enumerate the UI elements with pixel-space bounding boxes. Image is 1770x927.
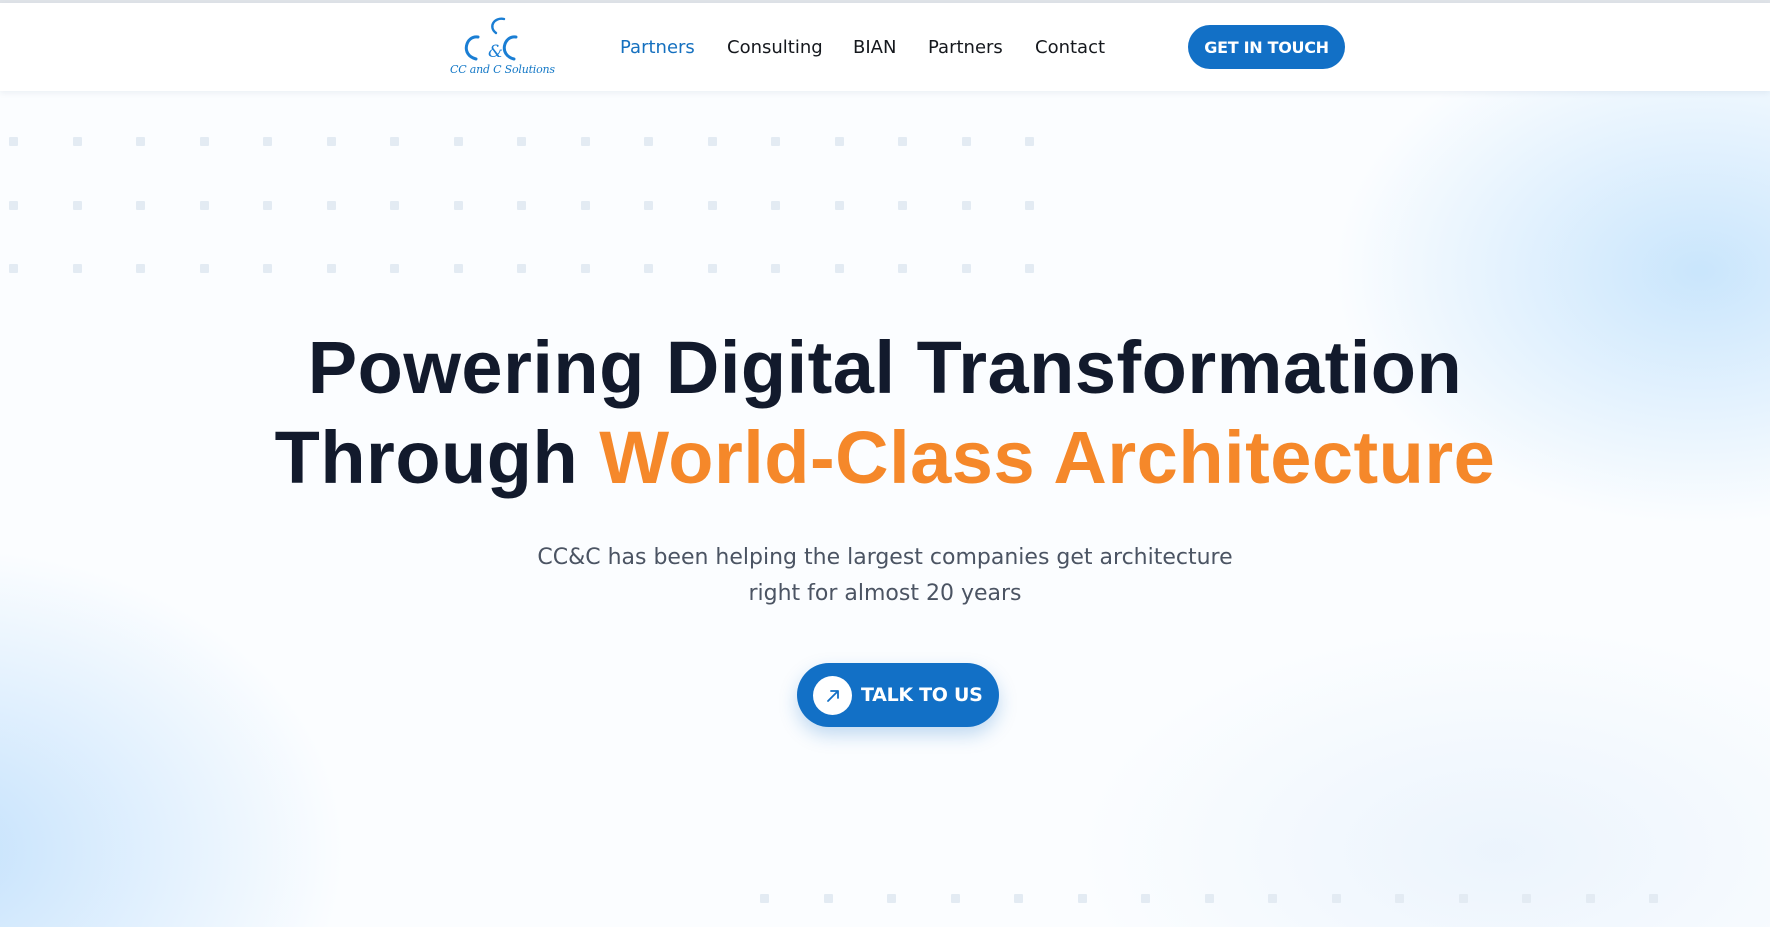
arrow-up-right-icon: [813, 676, 852, 715]
decorative-dot: [887, 894, 896, 903]
subtitle-line-1: CC&C has been helping the largest compan…: [537, 545, 1233, 570]
decorative-dot: [1025, 200, 1034, 210]
decorative-dot: [453, 137, 463, 146]
decorative-dot: [760, 894, 769, 903]
decorative-dot: [771, 200, 780, 210]
logo-text: CC and C Solutions: [450, 63, 555, 76]
decorative-dot: [1014, 894, 1023, 903]
get-in-touch-button[interactable]: GET IN TOUCH: [1188, 25, 1345, 69]
decorative-dot: [1077, 894, 1087, 903]
decorative-dot: [707, 137, 717, 146]
hero-section: Powering Digital Transformation Through …: [0, 91, 1770, 927]
decorative-dot: [517, 264, 526, 273]
decorative-dot: [136, 137, 145, 146]
decorative-dot: [1649, 894, 1658, 903]
decorative-dot: [823, 894, 833, 903]
decorative-dot: [326, 200, 336, 210]
decorative-dot: [9, 137, 18, 146]
decorative-dot: [898, 200, 907, 210]
decorative-dot: [1395, 894, 1404, 903]
decorative-dot: [1585, 894, 1595, 903]
decorative-dot: [898, 264, 907, 273]
decorative-dot: [1025, 137, 1034, 146]
logo-mark-icon: &: [464, 17, 518, 62]
decorative-dot: [390, 264, 399, 273]
decorative-dot: [517, 137, 526, 146]
decorative-dot: [834, 137, 844, 146]
decorative-dot: [263, 264, 272, 273]
headline-line-2-prefix: Through: [274, 416, 600, 499]
decorative-dot: [263, 137, 272, 146]
headline-accent: World-Class Architecture: [599, 416, 1496, 499]
decorative-dot: [644, 264, 653, 273]
hero-headline: Powering Digital Transformation Through …: [0, 323, 1770, 503]
decorative-dot: [390, 137, 399, 146]
decorative-dot: [326, 137, 336, 146]
decorative-dot: [950, 894, 960, 903]
nav-item-partners-2[interactable]: Partners: [928, 37, 1003, 58]
talk-to-us-button[interactable]: TALK TO US: [797, 663, 999, 727]
hero-subtitle: CC&C has been helping the largest compan…: [0, 540, 1770, 612]
decorative-dot: [1204, 894, 1214, 903]
decorative-dot: [9, 200, 18, 210]
decorative-dot: [263, 200, 272, 210]
decorative-dot: [453, 200, 463, 210]
decorative-dot: [72, 200, 82, 210]
decorative-dot: [707, 264, 717, 273]
subtitle-line-2: right for almost 20 years: [748, 581, 1022, 606]
decorative-dot: [834, 200, 844, 210]
site-header: & CC and C Solutions Partners Consulting…: [0, 3, 1770, 91]
decorative-dot: [1522, 894, 1531, 903]
decorative-dot: [390, 200, 399, 210]
decorative-dot: [644, 137, 653, 146]
decorative-dot: [453, 264, 463, 273]
decorative-dot: [136, 200, 145, 210]
decorative-dot: [644, 200, 653, 210]
nav-item-contact[interactable]: Contact: [1035, 37, 1105, 58]
decorative-dot: [834, 264, 844, 273]
decorative-dot: [72, 137, 82, 146]
decorative-dot: [517, 200, 526, 210]
decorative-dot: [199, 200, 209, 210]
nav-item-bian[interactable]: BIAN: [853, 37, 896, 58]
decorative-dot: [580, 200, 590, 210]
decorative-dot: [1268, 894, 1277, 903]
decorative-dot: [199, 137, 209, 146]
logo[interactable]: & CC and C Solutions: [446, 15, 555, 81]
decorative-dot: [1458, 894, 1468, 903]
decorative-dot: [961, 264, 971, 273]
decorative-dot: [199, 264, 209, 273]
decorative-dot: [136, 264, 145, 273]
svg-text:&: &: [488, 42, 503, 62]
decorative-dot: [1025, 264, 1034, 273]
decorative-dot: [1331, 894, 1341, 903]
decorative-dot: [898, 137, 907, 146]
decorative-dot: [9, 264, 18, 273]
decorative-dot: [326, 264, 336, 273]
decorative-dot: [707, 200, 717, 210]
decorative-dot: [961, 137, 971, 146]
nav-item-partners[interactable]: Partners: [620, 37, 695, 58]
decorative-dot: [580, 264, 590, 273]
nav-item-consulting[interactable]: Consulting: [727, 37, 823, 58]
talk-to-us-label: TALK TO US: [861, 684, 983, 706]
decorative-dot: [771, 264, 780, 273]
headline-line-1: Powering Digital Transformation: [307, 326, 1463, 409]
decorative-dot: [771, 137, 780, 146]
decorative-dot: [1141, 894, 1150, 903]
decorative-dot: [961, 200, 971, 210]
decorative-dot: [72, 264, 82, 273]
decorative-dot: [580, 137, 590, 146]
